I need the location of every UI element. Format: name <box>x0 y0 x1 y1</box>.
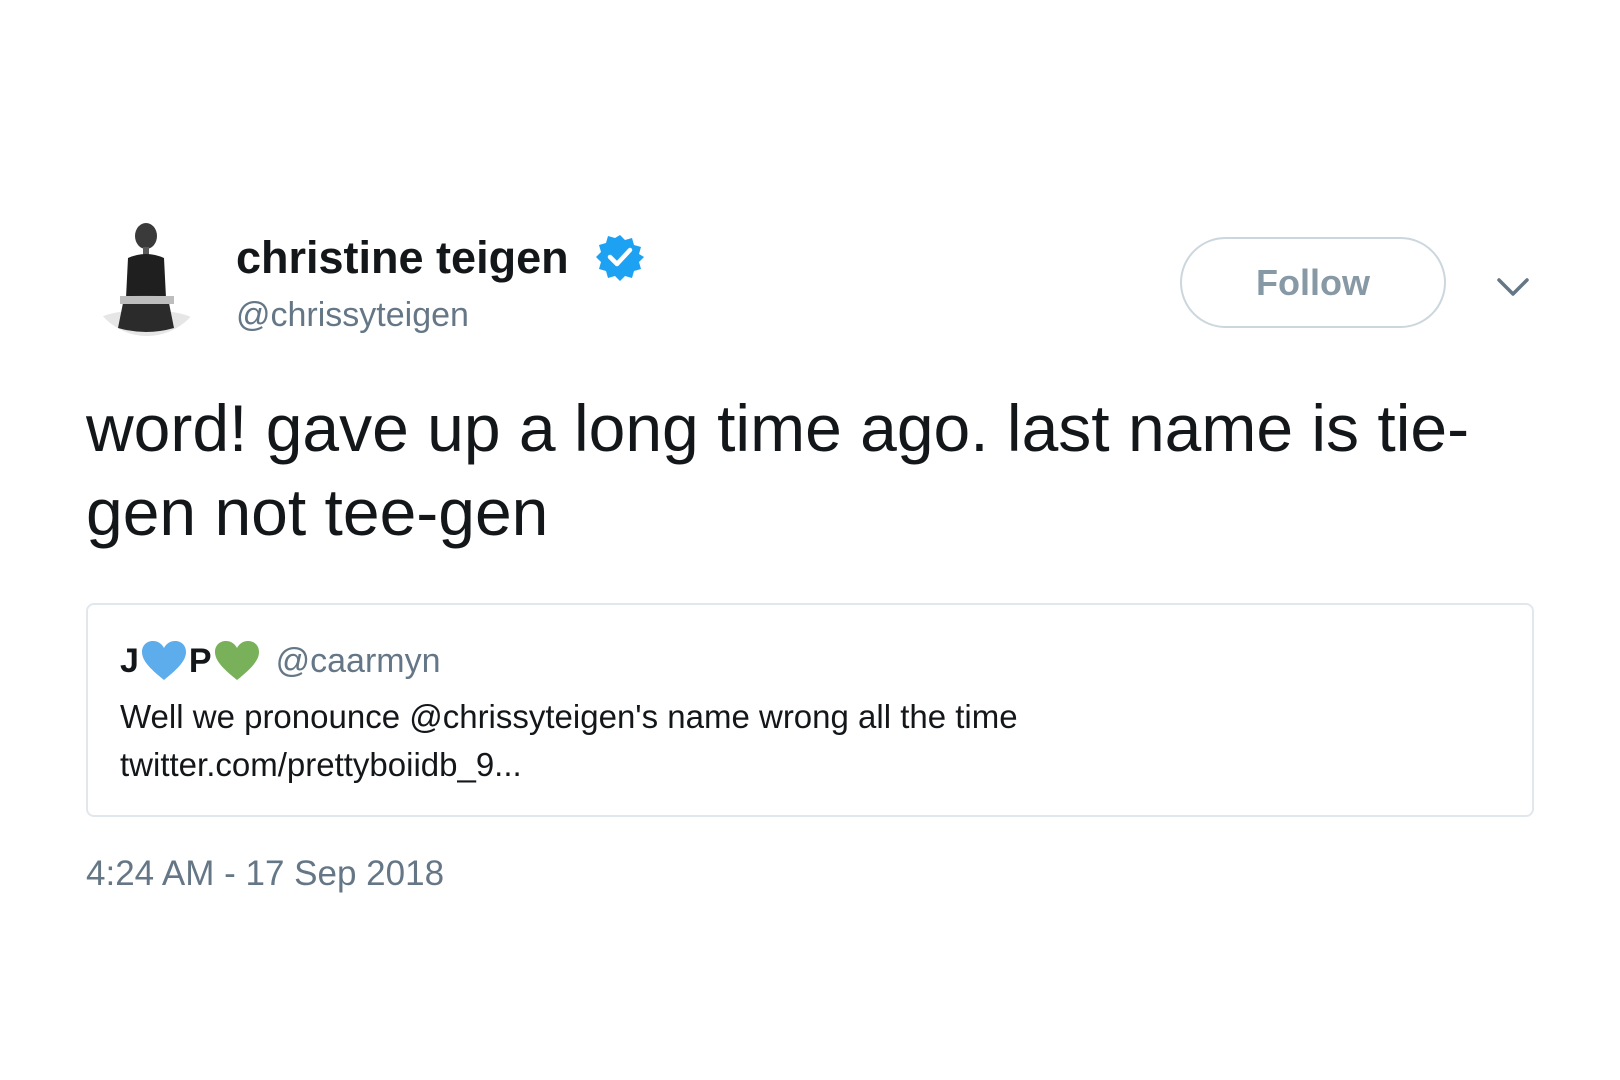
chevron-down-icon[interactable] <box>1493 272 1533 302</box>
follow-button[interactable]: Follow <box>1180 237 1446 328</box>
quoted-author-name-part: P <box>188 641 212 680</box>
quoted-tweet-text-line: Well we pronounce @chrissyteigen's name … <box>120 698 1018 735</box>
quoted-tweet-header: J P @caarmyn <box>120 639 441 683</box>
verified-badge-icon <box>596 235 644 281</box>
author-avatar[interactable] <box>88 218 206 336</box>
quoted-author-handle[interactable]: @caarmyn <box>276 642 441 681</box>
tweet-timestamp[interactable]: 4:24 AM - 17 Sep 2018 <box>86 854 444 894</box>
quoted-tweet-card[interactable]: J P @caarmyn Well we pronounce @chrissyt… <box>86 603 1534 817</box>
tweet-text: word! gave up a long time ago. last name… <box>86 391 1470 549</box>
green-heart-icon <box>214 641 259 680</box>
quoted-tweet-link[interactable]: twitter.com/prettyboiidb_9... <box>120 741 1500 789</box>
quoted-author-name-part: J <box>120 641 139 680</box>
blue-heart-icon <box>141 641 186 680</box>
quoted-tweet-text: Well we pronounce @chrissyteigen's name … <box>120 693 1500 789</box>
tweet-card: christine teigen @chrissyteigen Follow w… <box>0 0 1620 1080</box>
author-name[interactable]: christine teigen <box>236 232 569 284</box>
avatar-photo-icon <box>88 218 206 336</box>
author-handle[interactable]: @chrissyteigen <box>236 296 469 335</box>
